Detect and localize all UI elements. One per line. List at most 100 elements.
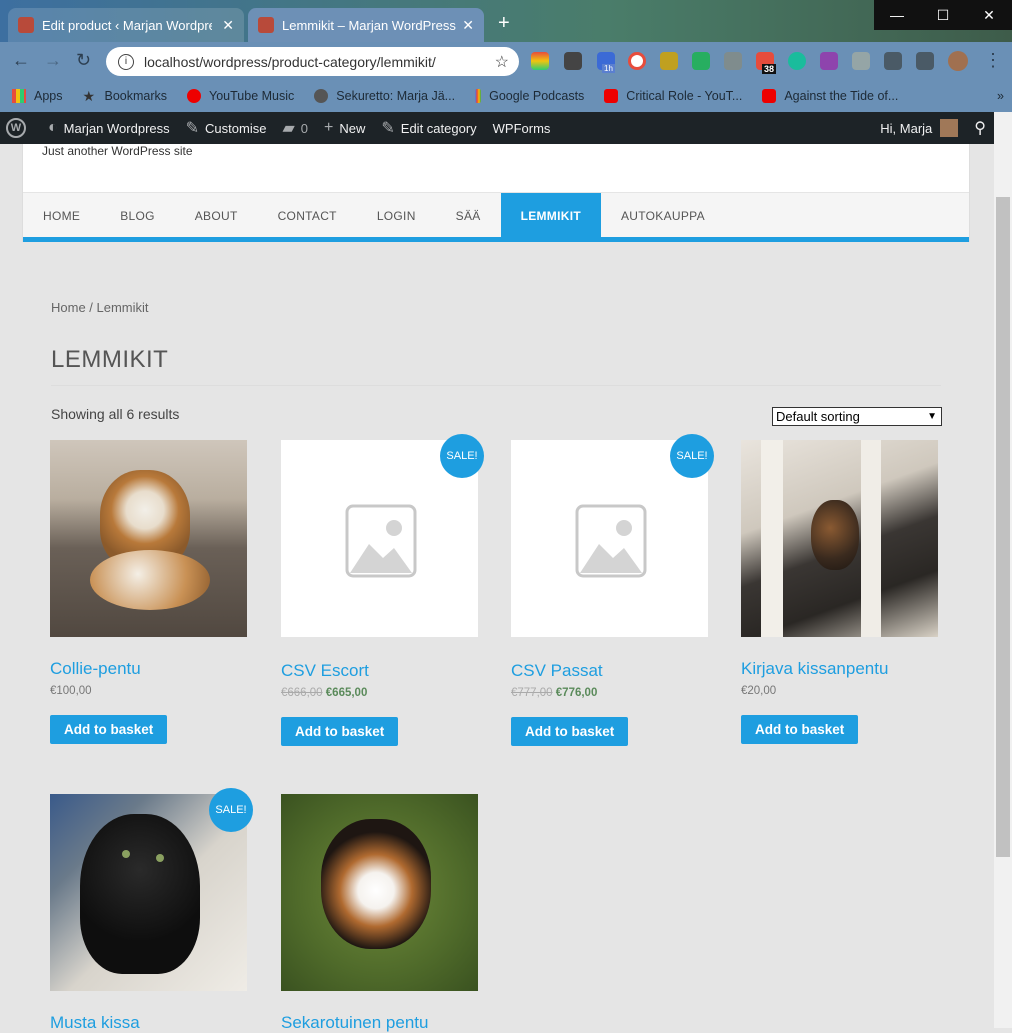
bookmark-label: Critical Role - YouT...: [626, 89, 743, 103]
bookmark-label: YouTube Music: [209, 89, 295, 103]
bookmark-apps[interactable]: Apps: [12, 89, 63, 103]
youtube-music-icon: [187, 89, 202, 103]
product-title[interactable]: Collie-pentu: [50, 659, 247, 679]
bookmark-label: Google Podcasts: [489, 89, 585, 103]
sale-badge: SALE!: [209, 788, 253, 832]
browser-toolbar: ← → ↻ i localhost/wordpress/product-cate…: [0, 42, 1012, 80]
product-title[interactable]: CSV Passat: [511, 661, 708, 681]
tab-title: Lemmikit – Marjan WordPress: [282, 17, 456, 33]
product-title[interactable]: Sekarotuinen pentu: [281, 1013, 478, 1033]
bookmark-bookmarks[interactable]: ★ Bookmarks: [83, 89, 168, 103]
new-tab-button[interactable]: +: [498, 12, 510, 35]
nav-item-autokauppa[interactable]: AUTOKAUPPA: [601, 193, 725, 238]
tab-edit-product[interactable]: Edit product ‹ Marjan Wordpress ✕: [8, 8, 244, 42]
new-label: New: [339, 120, 366, 136]
mixed-breed-puppy-photo[interactable]: [281, 794, 478, 991]
nav-item-about[interactable]: ABOUT: [175, 193, 258, 238]
admin-site-link[interactable]: ◐ Marjan Wordpress: [48, 119, 170, 137]
tortoiseshell-kitten-photo[interactable]: [741, 440, 938, 637]
wp-logo-icon[interactable]: W: [6, 118, 32, 138]
extension-icon[interactable]: [852, 52, 870, 70]
page-scrollbar[interactable]: [994, 112, 1012, 1028]
bookmark-against-the-tide[interactable]: Against the Tide of...: [762, 89, 898, 103]
extension-icon[interactable]: [788, 52, 806, 70]
address-bar[interactable]: i localhost/wordpress/product-category/l…: [106, 47, 519, 76]
maximize-button[interactable]: ☐: [920, 0, 966, 30]
puzzle-extensions-icon[interactable]: [884, 52, 902, 70]
admin-customise-link[interactable]: ✎ Customise: [186, 118, 267, 138]
checkmark-extension-icon[interactable]: [692, 52, 710, 70]
extension-icon[interactable]: [660, 52, 678, 70]
nav-item-home[interactable]: HOME: [23, 193, 100, 238]
bookmark-critical-role[interactable]: Critical Role - YouT...: [604, 89, 742, 103]
url-text: localhost/wordpress/product-category/lem…: [144, 53, 436, 70]
drive-extension-icon[interactable]: [724, 52, 742, 70]
media-controls-icon[interactable]: [916, 52, 934, 70]
minimize-button[interactable]: —: [874, 0, 920, 30]
wp-admin-bar: W ◐ Marjan Wordpress ✎ Customise ▰ 0 + New ✎…: [0, 112, 994, 144]
admin-wpforms-link[interactable]: WPForms: [493, 121, 551, 136]
close-tab-icon[interactable]: ✕: [222, 17, 234, 34]
product-price: €777,00 €776,00: [511, 687, 708, 699]
product-title[interactable]: CSV Escort: [281, 661, 478, 681]
bookmark-youtube-music[interactable]: YouTube Music: [187, 89, 294, 103]
admin-edit-category-link[interactable]: ✎ Edit category: [381, 118, 476, 138]
star-icon: ★: [82, 88, 96, 104]
old-price: €666,00: [281, 687, 323, 699]
product-card: Kirjava kissanpentu €20,00 Add to basket: [741, 440, 938, 744]
extension-badge: 1h: [602, 64, 615, 73]
admin-search-icon[interactable]: ⚲: [974, 118, 986, 138]
sale-badge: SALE!: [670, 434, 714, 478]
add-to-basket-button[interactable]: Add to basket: [50, 715, 168, 744]
breadcrumb[interactable]: Home / Lemmikit: [51, 300, 149, 315]
tab-title: Edit product ‹ Marjan Wordpress: [42, 17, 212, 33]
product-title[interactable]: Musta kissa: [50, 1013, 247, 1033]
bookmarks-overflow-button[interactable]: »: [997, 89, 1004, 103]
admin-account-link[interactable]: Hi, Marja: [880, 119, 959, 137]
reload-icon[interactable]: ↻: [76, 50, 91, 71]
extension-icon[interactable]: [564, 52, 582, 70]
collie-puppy-photo[interactable]: [50, 440, 247, 637]
onenote-extension-icon[interactable]: [820, 52, 838, 70]
bookmark-star-icon[interactable]: ☆: [495, 52, 509, 72]
scrollbar-thumb[interactable]: [996, 197, 1010, 857]
greeting-label: Hi, Marja: [880, 120, 933, 136]
product-title[interactable]: Kirjava kissanpentu: [741, 659, 938, 679]
site-info-icon[interactable]: i: [118, 53, 134, 70]
comment-icon: ▰: [282, 120, 295, 137]
admin-new-link[interactable]: + New: [324, 119, 365, 137]
sorting-select[interactable]: Default sorting ▼: [772, 407, 942, 426]
bookmark-google-podcasts[interactable]: Google Podcasts: [475, 89, 584, 103]
forward-icon[interactable]: →: [44, 50, 62, 71]
profile-avatar[interactable]: [948, 51, 968, 71]
close-tab-icon[interactable]: ✕: [462, 17, 474, 34]
youtube-icon: [762, 89, 777, 103]
nav-item-lemmikit[interactable]: LEMMIKIT: [500, 193, 601, 238]
nav-item-login[interactable]: LOGIN: [357, 193, 436, 238]
pencil-icon: ✎: [381, 120, 395, 137]
nav-item-contact[interactable]: CONTACT: [258, 193, 357, 238]
close-window-button[interactable]: ✕: [966, 0, 1012, 30]
nav-item-blog[interactable]: BLOG: [100, 193, 175, 238]
extension-icon[interactable]: [531, 52, 549, 70]
add-to-basket-button[interactable]: Add to basket: [741, 715, 859, 744]
globe-icon: [314, 89, 329, 103]
product-card: Collie-pentu €100,00 Add to basket: [50, 440, 247, 744]
bookmark-sekuretto[interactable]: Sekuretto: Marja Jä...: [314, 89, 455, 103]
extension-icon[interactable]: [628, 52, 646, 70]
customise-label: Customise: [205, 120, 267, 136]
menu-kebab-icon[interactable]: ⋮: [984, 50, 1002, 71]
wpforms-label: WPForms: [492, 120, 551, 136]
comment-count: 0: [300, 120, 309, 136]
back-icon[interactable]: ←: [12, 50, 30, 71]
product-price: €20,00: [741, 685, 938, 697]
add-to-basket-button[interactable]: Add to basket: [511, 717, 629, 746]
edit-category-label: Edit category: [400, 120, 477, 136]
bookmark-label: Apps: [34, 89, 63, 103]
tab-strip: Edit product ‹ Marjan Wordpress ✕ Lemmik…: [0, 0, 1012, 42]
tab-lemmikit[interactable]: Lemmikit – Marjan WordPress ✕: [248, 8, 484, 42]
product-price: €666,00 €665,00: [281, 687, 478, 699]
admin-comments-link[interactable]: ▰ 0: [282, 118, 308, 138]
nav-item-saa[interactable]: SÄÄ: [436, 193, 501, 238]
add-to-basket-button[interactable]: Add to basket: [281, 717, 399, 746]
